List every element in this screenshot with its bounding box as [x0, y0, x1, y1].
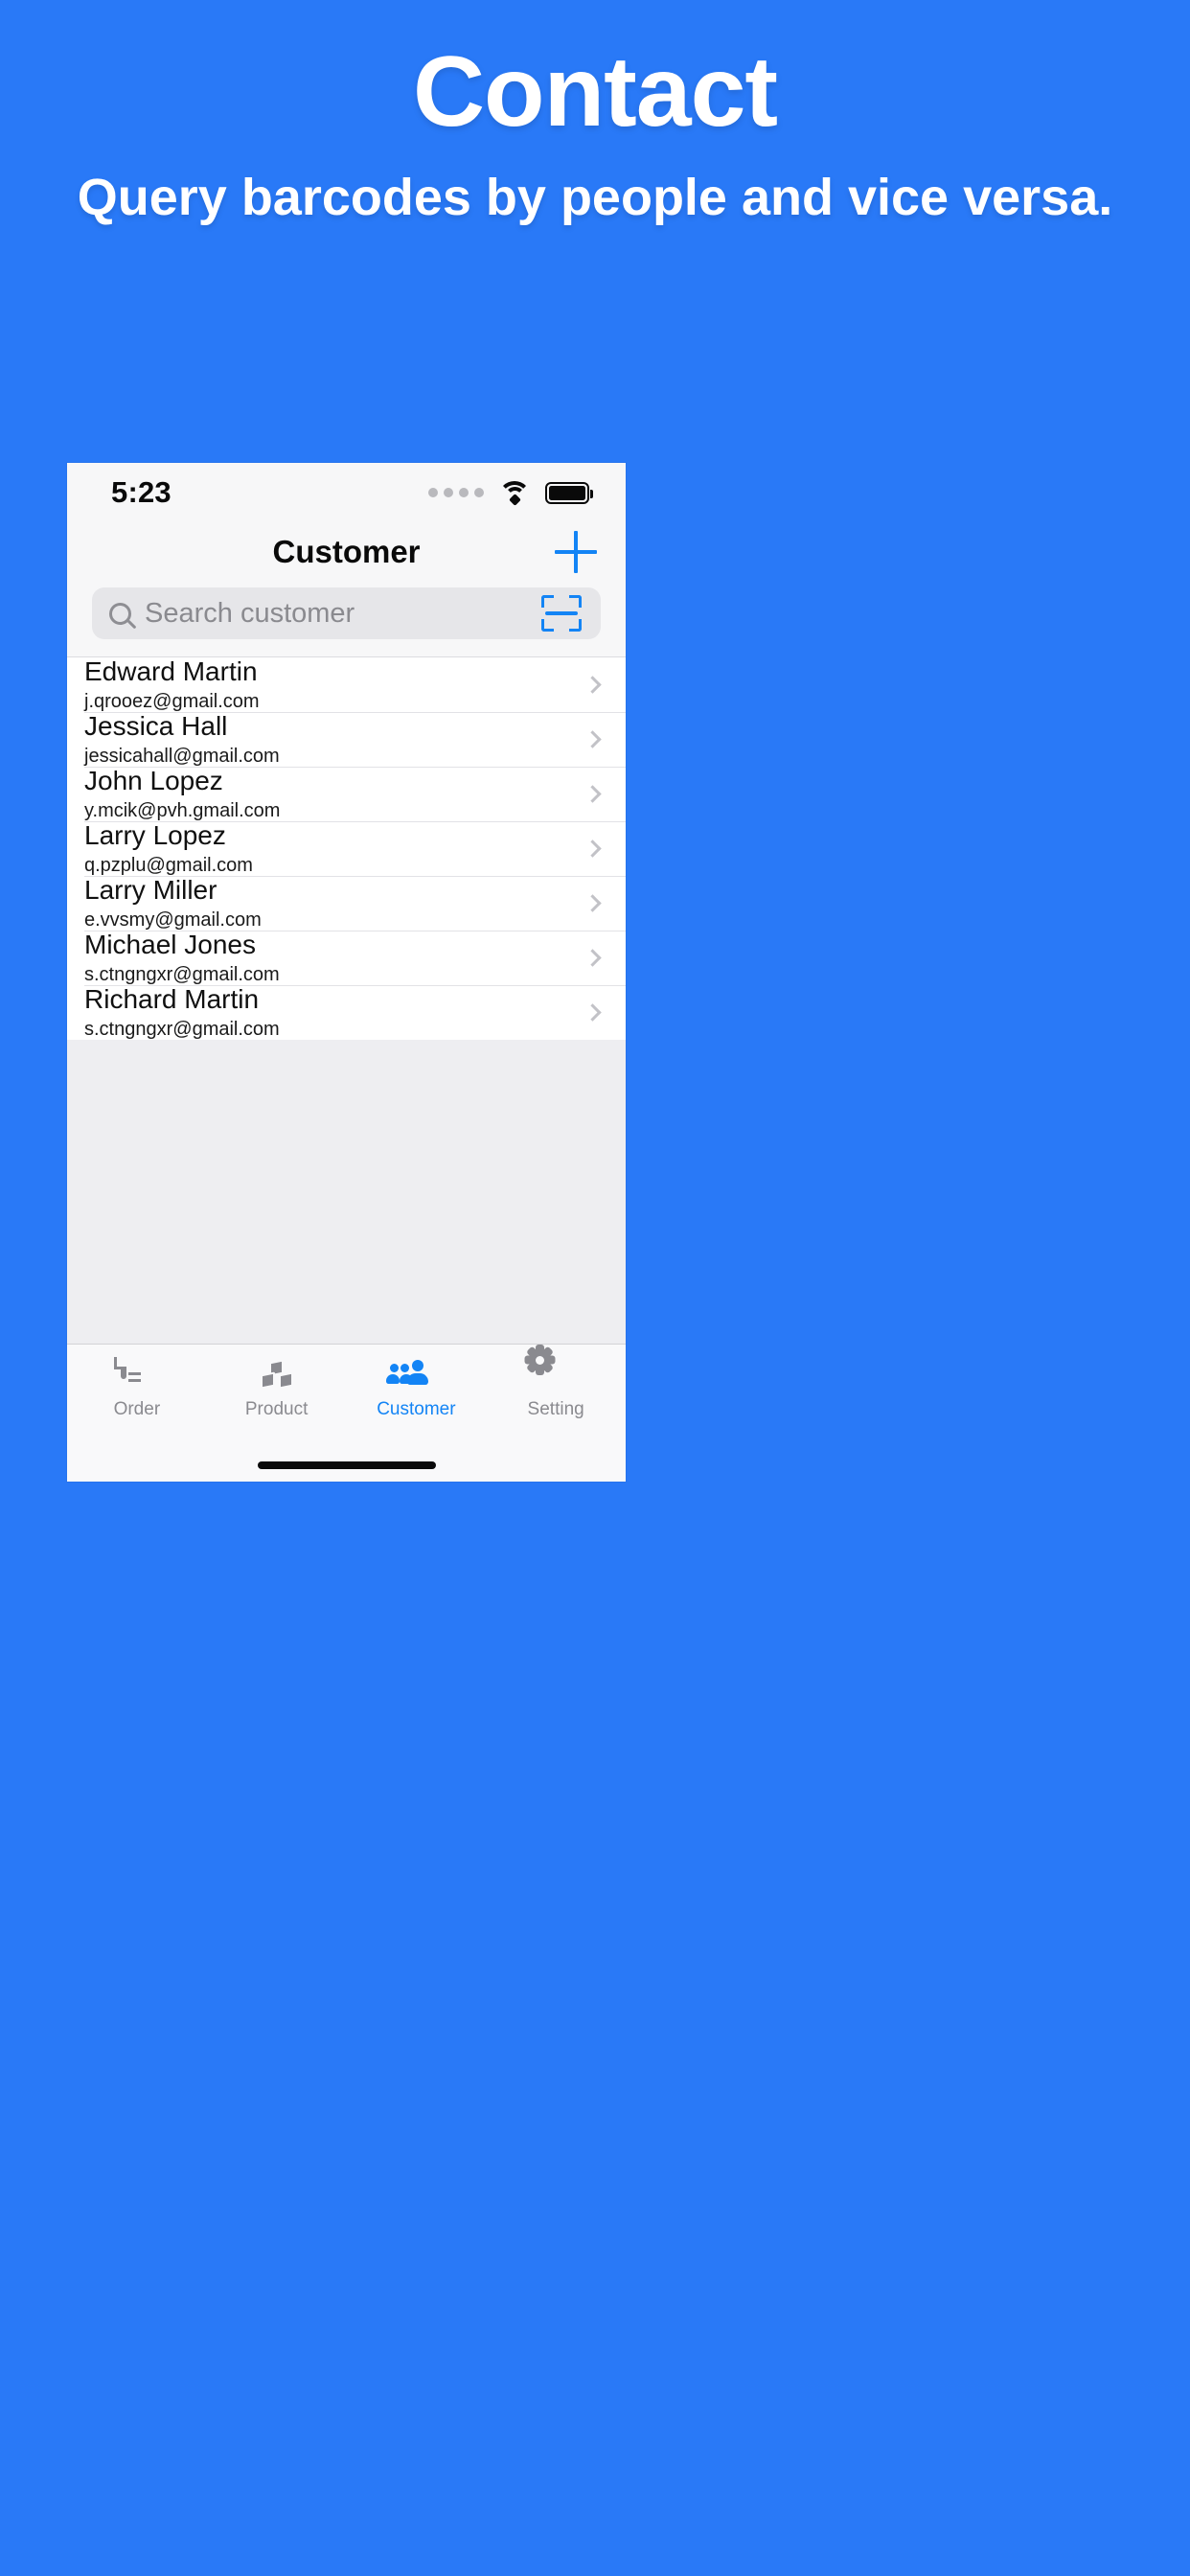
list-item[interactable]: Edward Martin j.qrooez@gmail.com	[67, 656, 626, 713]
tab-order[interactable]: Order	[67, 1357, 207, 1420]
contact-list: Edward Martin j.qrooez@gmail.com Jessica…	[67, 656, 626, 1040]
page-title: Contact	[412, 36, 778, 148]
plus-icon[interactable]	[555, 531, 597, 573]
app-store-poster: Contact Query barcodes by people and vic…	[0, 0, 1190, 2576]
contact-email: s.ctngngxr@gmail.com	[84, 1019, 280, 1041]
tab-product[interactable]: Product	[207, 1359, 347, 1420]
chevron-right-icon	[584, 949, 602, 967]
tab-bar: Order Product Customer Setting	[67, 1344, 626, 1449]
people-icon	[386, 1360, 432, 1392]
contact-name: Larry Miller	[84, 874, 217, 905]
list-item[interactable]: Richard Martin s.ctngngxr@gmail.com	[67, 983, 626, 1041]
search-area: Search customer	[67, 582, 626, 656]
contact-name: Larry Lopez	[84, 819, 226, 850]
page-subtitle: Query barcodes by people and vice versa.	[77, 169, 1113, 227]
list-item[interactable]: Michael Jones s.ctngngxr@gmail.com	[67, 929, 626, 986]
contact-email: jessicahall@gmail.com	[84, 746, 280, 768]
chevron-right-icon	[584, 730, 602, 748]
phone-mockup: 5:23 Customer Search customer Edward Mar…	[67, 463, 626, 1482]
contact-email: y.mcik@pvh.gmail.com	[84, 800, 281, 822]
status-bar: 5:23	[67, 463, 626, 522]
tab-setting[interactable]: Setting	[486, 1345, 626, 1420]
contact-email: q.pzplu@gmail.com	[84, 855, 253, 877]
contact-email: s.ctngngxr@gmail.com	[84, 964, 280, 986]
tab-customer[interactable]: Customer	[347, 1360, 487, 1420]
search-input[interactable]: Search customer	[145, 598, 541, 630]
chevron-right-icon	[584, 676, 602, 694]
tab-label: Product	[244, 1399, 309, 1419]
chevron-right-icon	[584, 1003, 602, 1022]
chevron-right-icon	[584, 894, 602, 912]
list-item[interactable]: Jessica Hall jessicahall@gmail.com	[67, 710, 626, 768]
chevron-right-icon	[584, 785, 602, 803]
tab-label: Customer	[377, 1399, 456, 1419]
battery-full-icon	[545, 481, 593, 504]
contact-name: Michael Jones	[84, 929, 256, 959]
chevron-right-icon	[584, 840, 602, 858]
empty-list-area	[67, 1040, 626, 1344]
contact-name: Edward Martin	[84, 656, 258, 686]
nav-bar: Customer	[67, 522, 626, 582]
contact-name: John Lopez	[84, 765, 223, 795]
home-indicator-area	[67, 1449, 626, 1482]
contact-name: Richard Martin	[84, 983, 260, 1014]
wifi-icon	[498, 480, 531, 506]
status-clock: 5:23	[111, 475, 172, 509]
list-item[interactable]: Larry Lopez q.pzplu@gmail.com	[67, 819, 626, 877]
contact-email: j.qrooez@gmail.com	[84, 691, 260, 713]
search-bar[interactable]: Search customer	[92, 587, 601, 639]
list-item[interactable]: Larry Miller e.vvsmy@gmail.com	[67, 874, 626, 932]
signal-dots-icon	[428, 488, 484, 497]
contact-name: Jessica Hall	[84, 710, 228, 741]
home-indicator[interactable]	[257, 1461, 436, 1469]
tab-label: Setting	[527, 1399, 584, 1419]
search-icon	[109, 602, 131, 625]
tab-label: Order	[113, 1399, 161, 1419]
contact-email: e.vvsmy@gmail.com	[84, 909, 262, 932]
status-icons	[428, 480, 593, 506]
document-icon	[120, 1357, 153, 1392]
cubes-icon	[260, 1359, 293, 1392]
gear-icon	[524, 1345, 572, 1392]
nav-title: Customer	[272, 534, 421, 569]
list-item[interactable]: John Lopez y.mcik@pvh.gmail.com	[67, 765, 626, 822]
barcode-scan-icon[interactable]	[541, 595, 582, 632]
